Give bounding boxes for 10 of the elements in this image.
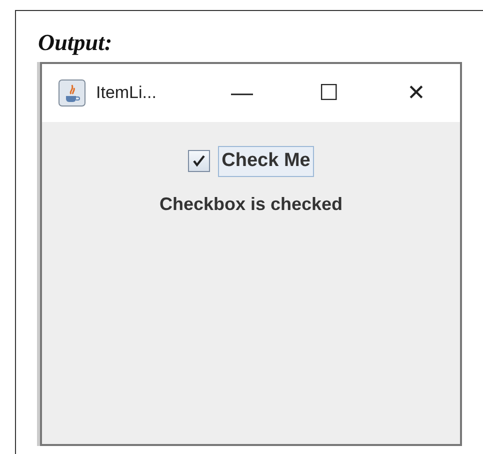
minimize-button[interactable]: — <box>212 82 272 104</box>
output-heading: Output: <box>37 29 114 54</box>
checkbox-label[interactable]: Check Me <box>218 146 314 176</box>
java-cup-icon <box>58 79 86 107</box>
maximize-button[interactable]: ☐ <box>299 82 359 104</box>
checkmark-icon <box>192 154 206 168</box>
status-label: Checkbox is checked <box>159 192 343 216</box>
checkbox[interactable] <box>188 150 210 172</box>
close-button[interactable]: ✕ <box>386 82 446 104</box>
window-title: ItemLi... <box>96 82 158 104</box>
